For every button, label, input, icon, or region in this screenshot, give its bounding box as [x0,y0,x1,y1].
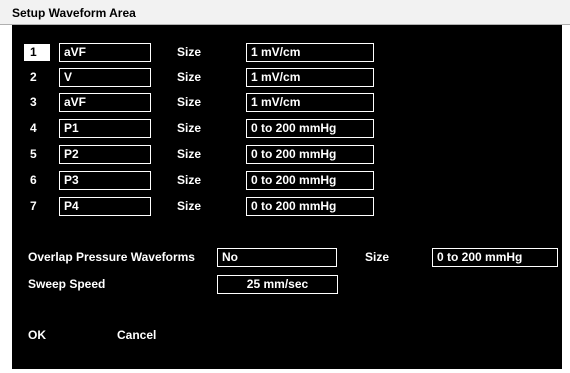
size-label-6: Size [177,173,202,187]
size-field-6[interactable]: 0 to 200 mmHg [246,171,374,190]
lead-field-2[interactable]: V [59,68,151,87]
setup-waveform-window: Setup Waveform Area 1 aVF Size 1 mV/cm 2… [0,0,570,373]
row-number-5[interactable]: 5 [30,146,37,163]
size-field-3[interactable]: 1 mV/cm [246,93,374,112]
size-field-7[interactable]: 0 to 200 mmHg [246,197,374,216]
cancel-button[interactable]: Cancel [117,328,156,342]
row-number-2[interactable]: 2 [30,69,37,86]
window-title: Setup Waveform Area [12,6,136,20]
size-label-2: Size [177,70,202,84]
lead-field-4[interactable]: P1 [59,119,151,138]
row-number-4[interactable]: 4 [30,120,37,137]
size-label-1: Size [177,45,202,59]
size-label-4: Size [177,121,202,135]
row-number-1[interactable]: 1 [24,44,50,61]
size-field-1[interactable]: 1 mV/cm [246,43,374,62]
overlap-label: Overlap Pressure Waveforms [28,250,195,264]
size-label-7: Size [177,199,202,213]
size-field-4[interactable]: 0 to 200 mmHg [246,119,374,138]
overlap-size-label: Size [365,250,390,264]
row-number-6[interactable]: 6 [30,172,37,189]
size-field-5[interactable]: 0 to 200 mmHg [246,145,374,164]
row-number-3[interactable]: 3 [30,94,37,111]
row-number-7[interactable]: 7 [30,198,37,215]
lead-field-5[interactable]: P2 [59,145,151,164]
size-label-5: Size [177,147,202,161]
title-bar: Setup Waveform Area [0,0,570,25]
ok-button[interactable]: OK [28,328,46,342]
settings-panel: 1 aVF Size 1 mV/cm 2 V Size 1 mV/cm 3 aV… [12,25,562,369]
size-label-3: Size [177,95,202,109]
sweep-speed-label: Sweep Speed [28,277,106,291]
lead-field-6[interactable]: P3 [59,171,151,190]
lead-field-7[interactable]: P4 [59,197,151,216]
overlap-size-field[interactable]: 0 to 200 mmHg [432,248,558,267]
size-field-2[interactable]: 1 mV/cm [246,68,374,87]
sweep-speed-field[interactable]: 25 mm/sec [217,275,338,294]
lead-field-1[interactable]: aVF [59,43,151,62]
overlap-field[interactable]: No [217,248,337,267]
lead-field-3[interactable]: aVF [59,93,151,112]
